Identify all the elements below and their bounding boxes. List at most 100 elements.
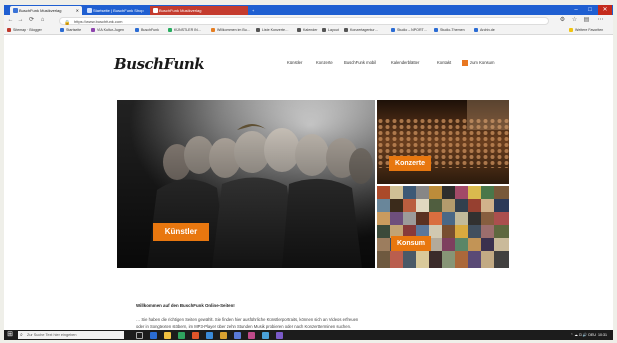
bookmark-item[interactable]: Startseite — [60, 26, 81, 34]
nav-item-konzerte[interactable]: Konzerte — [316, 59, 333, 67]
bookmark-label: Sitemap · Blogger — [13, 28, 42, 32]
nav-item-kontakt[interactable]: Kontakt — [437, 59, 451, 67]
browser-tab-strip: BuschFunk Musikverlag ✕ Startseite | Bus… — [4, 5, 613, 15]
app-icon[interactable] — [276, 331, 283, 339]
bookmark-label: BuschFunk — [141, 28, 159, 32]
nav-item-mobil[interactable]: BuschFunk mobil — [344, 59, 376, 67]
folder-icon — [569, 28, 573, 32]
bookmark-label: Studio – NPORT… — [397, 28, 428, 32]
favorites-icon[interactable]: ☆ — [571, 17, 578, 24]
clock[interactable]: 10:31 — [598, 333, 607, 337]
browser-tab-active[interactable]: BuschFunk Musikverlag ✕ — [10, 6, 82, 15]
bookmark-icon — [168, 28, 172, 32]
bookmark-label: Layout — [328, 28, 339, 32]
mail-icon[interactable] — [206, 331, 213, 339]
web-page: BuschFunk Künstler Konzerte BuschFunk mo… — [4, 35, 613, 330]
tray-icons: ⌃ ☁ ⊡ 🔊 DEU — [570, 333, 596, 337]
minimize-button[interactable]: – — [569, 5, 583, 15]
tile-label-konsum[interactable]: Konsum — [391, 236, 431, 251]
bookmark-item[interactable]: Layout — [322, 26, 339, 34]
bookmark-label: KÜNSTLER IN… — [174, 28, 202, 32]
intro-text-line: oder in Songtexten stöbern, im MP3-Playe… — [136, 324, 352, 329]
taskbar: ⊞ ⌕ Zur Suche Text hier eingeben ⌃ ☁ ⊡ 🔊… — [4, 330, 613, 340]
bookmark-icon — [135, 28, 139, 32]
nav-item-kalenderblaetter[interactable]: Kalenderblätter — [391, 59, 419, 67]
bookmarks-bar: Sitemap · Blogger Startseite VIA Kultur-… — [4, 26, 613, 35]
bookmark-item[interactable]: Studio – NPORT… — [391, 26, 427, 34]
bookmark-item[interactable]: Sitemap · Blogger — [7, 26, 42, 34]
hero-image-kuenstler[interactable]: Künstler — [117, 100, 375, 268]
close-tab-icon[interactable]: ✕ — [76, 6, 79, 15]
tile-konzerte[interactable]: Konzerte — [377, 100, 509, 184]
edge-browser-icon[interactable] — [150, 331, 157, 339]
new-tab-button[interactable]: + — [250, 6, 260, 15]
bookmark-icon — [60, 28, 64, 32]
bookmark-label: Kalender — [303, 28, 318, 32]
tile-konsum[interactable]: Konsum — [377, 186, 509, 268]
close-window-button[interactable]: ✕ — [598, 5, 612, 15]
bookmark-item[interactable]: Konzertagentur… — [344, 26, 378, 34]
search-icon: ⌕ — [20, 332, 23, 338]
reload-button[interactable]: ⟳ — [28, 17, 35, 24]
favicon-icon — [13, 8, 18, 13]
app-icon[interactable] — [262, 331, 269, 339]
bookmark-item[interactable]: KÜNSTLER IN… — [168, 26, 201, 34]
folder-icon[interactable] — [220, 331, 227, 339]
bookmark-icon — [474, 28, 478, 32]
forward-button[interactable]: → — [17, 17, 24, 24]
address-bar-row: ← → ⟳ ⌂ 🔒 https://www.buschfunk.com ⚙ ☆ … — [4, 15, 613, 26]
bookmark-item[interactable]: BuschFunk — [135, 26, 159, 34]
browser-tab[interactable]: BuschFunk Musikverlag — [150, 6, 248, 15]
bookmark-label: Archiv.de — [480, 28, 495, 32]
menu-icon[interactable]: ⋯ — [597, 17, 604, 24]
bookmark-icon — [91, 28, 95, 32]
file-explorer-icon[interactable] — [164, 331, 171, 339]
bookmark-item[interactable]: Archiv.de — [474, 26, 495, 34]
shopping-cart-icon[interactable] — [462, 60, 468, 66]
collections-icon[interactable]: ▤ — [583, 17, 590, 24]
taskbar-search-input[interactable]: ⌕ Zur Suche Text hier eingeben — [18, 331, 124, 339]
bookmark-item[interactable]: Studio-Themen — [434, 26, 465, 34]
favicon-icon — [153, 8, 158, 13]
firefox-icon[interactable] — [192, 331, 199, 339]
task-view-icon[interactable] — [136, 331, 143, 339]
bookmark-label: Liste Konzerte… — [262, 28, 289, 32]
tab-label: BuschFunk Musikverlag — [159, 8, 202, 13]
home-button[interactable]: ⌂ — [39, 17, 46, 24]
windows-start-icon[interactable]: ⊞ — [6, 331, 14, 339]
app-icon[interactable] — [248, 331, 255, 339]
bookmark-label: Weitere Favoriten — [575, 28, 604, 32]
album-covers-mosaic — [377, 186, 509, 268]
word-icon[interactable] — [234, 331, 241, 339]
tab-label: BuschFunk Musikverlag — [19, 8, 62, 13]
bookmark-icon — [322, 28, 326, 32]
site-logo[interactable]: BuschFunk — [114, 55, 205, 73]
bookmark-item[interactable]: Liste Konzerte… — [256, 26, 289, 34]
system-tray[interactable]: ⌃ ☁ ⊡ 🔊 DEU 10:31 — [570, 330, 607, 340]
bookmark-icon — [7, 28, 11, 32]
browser-tab[interactable]: Startseite | BuschFunk Shop — [84, 6, 146, 15]
bookmark-icon — [211, 28, 215, 32]
bookmark-item[interactable]: VIA Kultur-Jugen — [91, 26, 124, 34]
extensions-icon[interactable]: ⚙ — [559, 17, 566, 24]
bookmark-item[interactable]: Weitere Favoriten — [569, 26, 603, 34]
bookmark-item[interactable]: Kalender — [297, 26, 317, 34]
tile-label-kuenstler[interactable]: Künstler — [153, 223, 209, 241]
maximize-button[interactable]: □ — [583, 5, 597, 15]
concert-photo — [377, 100, 509, 184]
nav-item-kuenstler[interactable]: Künstler — [287, 59, 302, 67]
bookmark-item[interactable]: Willkommen im Bu… — [211, 26, 250, 34]
intro-text-line: … Sie haben die richtigen Seiten gewählt… — [136, 317, 359, 322]
welcome-heading: Willkommen auf den BuschFunk Online-Seit… — [136, 303, 235, 308]
nav-item-konsum[interactable]: zum Konsum — [470, 59, 494, 67]
tile-label-konzerte[interactable]: Konzerte — [389, 156, 431, 171]
plus-icon: + — [252, 8, 255, 13]
bookmark-icon — [344, 28, 348, 32]
bookmark-label: VIA Kultur-Jugen — [97, 28, 124, 32]
url-text: https://www.buschfunk.com — [74, 18, 123, 24]
url-input[interactable]: 🔒 https://www.buschfunk.com — [59, 16, 549, 26]
screen: BuschFunk Musikverlag ✕ Startseite | Bus… — [4, 5, 613, 340]
back-button[interactable]: ← — [7, 17, 14, 24]
chrome-icon[interactable] — [178, 331, 185, 339]
bookmark-icon — [391, 28, 395, 32]
